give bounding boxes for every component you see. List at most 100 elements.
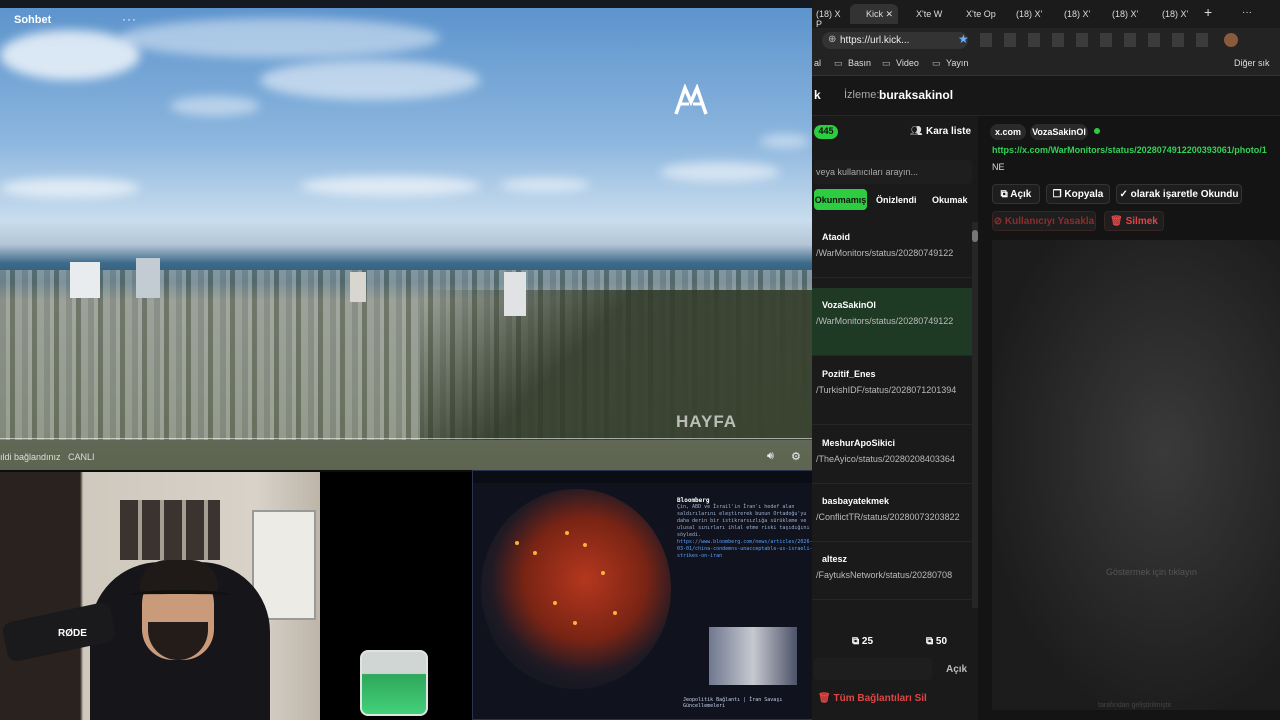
list-item-selected[interactable]: VozaSakinOl /WarMonitors/status/20280749… <box>812 288 972 356</box>
list-item[interactable]: MeshurApoSikici /TheAyico/status/2028020… <box>812 426 972 484</box>
blacklist-button[interactable]: Kara liste <box>926 126 971 137</box>
tab[interactable]: (18) X' <box>1098 4 1142 24</box>
watching-user: buraksakinol <box>879 88 954 102</box>
bookmark-item[interactable]: al <box>814 58 821 68</box>
event-dot <box>533 551 537 555</box>
bookmark-item[interactable]: Yayın <box>946 58 968 68</box>
avatar[interactable] <box>1224 33 1238 47</box>
delete-button[interactable]: 🗑︎ Silmek <box>1104 211 1164 231</box>
list-item[interactable]: altesz /FaytuksNetwork/status/20280708 <box>812 542 972 600</box>
open-link-button[interactable]: ⧉ Açık <box>992 184 1040 204</box>
external-link-icon: ⧉ <box>852 636 862 647</box>
tab-label: Kick <box>866 9 884 19</box>
trash-icon: 🗑︎ <box>818 693 834 704</box>
video-status: ıldi bağlandınız <box>0 452 61 462</box>
event-dot <box>565 531 569 535</box>
app-header: k İzleme: buraksakinol <box>812 76 1280 116</box>
tab[interactable]: (18) X' <box>1148 4 1192 24</box>
cloud <box>760 134 810 148</box>
folder-icon: ▭ <box>834 58 843 68</box>
media-preview[interactable] <box>992 240 1280 710</box>
site-info-icon[interactable]: ⊕ <box>828 34 836 45</box>
list-item[interactable]: Pozitif_Enes /TurkishIDF/status/20280712… <box>812 357 972 425</box>
aa-logo-icon <box>674 84 708 115</box>
tab[interactable]: X'te W <box>902 4 946 24</box>
mark-read-button[interactable]: ✓ olarak işaretle Okundu <box>1116 184 1242 204</box>
news-photo <box>709 627 797 685</box>
watching-label: İzleme: <box>844 89 880 101</box>
wall-frames <box>120 500 220 560</box>
online-indicator <box>1094 128 1100 134</box>
open-label: Açık <box>1010 189 1032 200</box>
external-link-icon: ⧉ <box>926 636 936 647</box>
tab-active[interactable]: Kick ✕ <box>850 4 898 24</box>
new-tab-button[interactable]: + <box>1204 4 1212 20</box>
list-item-link: /WarMonitors/status/20280749122 <box>816 316 954 326</box>
cloud <box>170 96 260 116</box>
bookmark-item[interactable]: Basın <box>848 58 871 68</box>
user-search-input[interactable]: veya kullanıcıları arayın... <box>814 160 972 184</box>
bookmark-item[interactable]: Video <box>896 58 919 68</box>
extension-icons[interactable] <box>980 33 1220 47</box>
news-dashboard: Bloomberg Çin, ABD ve İsrail'in İran'ı h… <box>472 470 816 720</box>
volume-icon[interactable]: 🔊︎ <box>767 450 774 463</box>
cloud <box>120 18 440 58</box>
ban-label: Kullanıcıyı Yasakla <box>1004 216 1095 227</box>
video-player[interactable]: Sohbet ··· HAYFA ıldi bağlandınız CANLI … <box>0 0 812 470</box>
video-progress[interactable] <box>0 438 812 439</box>
list-item[interactable]: basbayatekmek /ConflictTR/status/2028007… <box>812 484 972 542</box>
tab-unread[interactable]: Okunmamış <box>814 189 867 210</box>
globe-map[interactable] <box>481 489 671 689</box>
cloud <box>0 178 140 198</box>
tab[interactable]: (18) X' <box>1002 4 1046 24</box>
list-item-user: altesz <box>822 554 848 564</box>
open-input[interactable] <box>814 658 932 680</box>
list-item-link: /FaytuksNetwork/status/20280708 <box>816 570 953 580</box>
event-dot <box>553 601 557 605</box>
footer-credit: tarafından geliştirilmiştir <box>1098 702 1172 709</box>
list-item-user: VozaSakinOl <box>822 300 876 310</box>
feed-source: Bloomberg <box>677 497 710 504</box>
cloud <box>300 176 480 196</box>
page-size-label: 50 <box>935 636 948 647</box>
list-item-link: /ConflictTR/status/20280073203822 <box>816 512 960 522</box>
more-icon[interactable]: ··· <box>122 12 137 26</box>
ban-icon: ⊘ <box>993 216 1005 227</box>
screen: Sohbet ··· HAYFA ıldi bağlandınız CANLI … <box>0 0 1280 720</box>
count-badge: 445 <box>814 125 838 139</box>
other-bookmarks[interactable]: Diğer sık <box>1234 58 1270 68</box>
menu-icon[interactable]: ··· <box>1242 7 1252 18</box>
cloud <box>660 162 780 182</box>
streamer-hair <box>140 560 218 594</box>
video-top-strip <box>0 0 812 8</box>
hill-forest <box>420 290 812 440</box>
page-size-25-button[interactable]: ⧉ 25 <box>852 636 873 647</box>
copy-button[interactable]: ❐ Kopyala <box>1046 184 1110 204</box>
star-icon[interactable]: ★ <box>958 32 969 46</box>
location-watermark: HAYFA <box>676 412 738 431</box>
event-dot <box>573 621 577 625</box>
event-dot <box>601 571 605 575</box>
post-link[interactable]: https://x.com/WarMonitors/status/2028074… <box>992 145 1267 155</box>
page-size-50-button[interactable]: ⧉ 50 <box>926 636 947 647</box>
list-item-link: /WarMonitors/status/20280749122 <box>816 248 954 258</box>
tab[interactable]: (18) X' <box>1050 4 1094 24</box>
gear-icon[interactable]: ⚙ <box>791 450 801 463</box>
ban-user-button[interactable]: ⊘ Kullanıcıyı Yasakla <box>992 211 1096 231</box>
tab[interactable]: X'te Op <box>952 4 996 24</box>
webcam-feed: RØDE <box>0 472 320 720</box>
close-icon[interactable]: ✕ <box>883 9 894 19</box>
source-chip: x.com <box>990 124 1026 140</box>
tower <box>350 272 366 302</box>
cloud <box>500 178 590 192</box>
delete-all-button[interactable]: 🗑︎ Tüm Bağlantıları Sil <box>818 693 927 704</box>
open-button[interactable]: Açık <box>946 664 967 675</box>
list-item-user: Pozitif_Enes <box>822 369 876 379</box>
list-item[interactable]: Ataoid /WarMonitors/status/20280749122 <box>812 220 972 278</box>
tab[interactable]: (18) X P <box>816 4 848 29</box>
tab-previewed[interactable]: Önizlendi <box>876 195 917 205</box>
feed-link[interactable]: https://www.bloomberg.com/news/articles/… <box>677 539 813 560</box>
tab-read[interactable]: Okumak <box>932 195 968 205</box>
url-input[interactable]: https://url.kick... <box>822 32 968 49</box>
tab-strip: (18) X P Kick ✕ X'te W X'te Op (18) X' (… <box>812 0 1280 29</box>
